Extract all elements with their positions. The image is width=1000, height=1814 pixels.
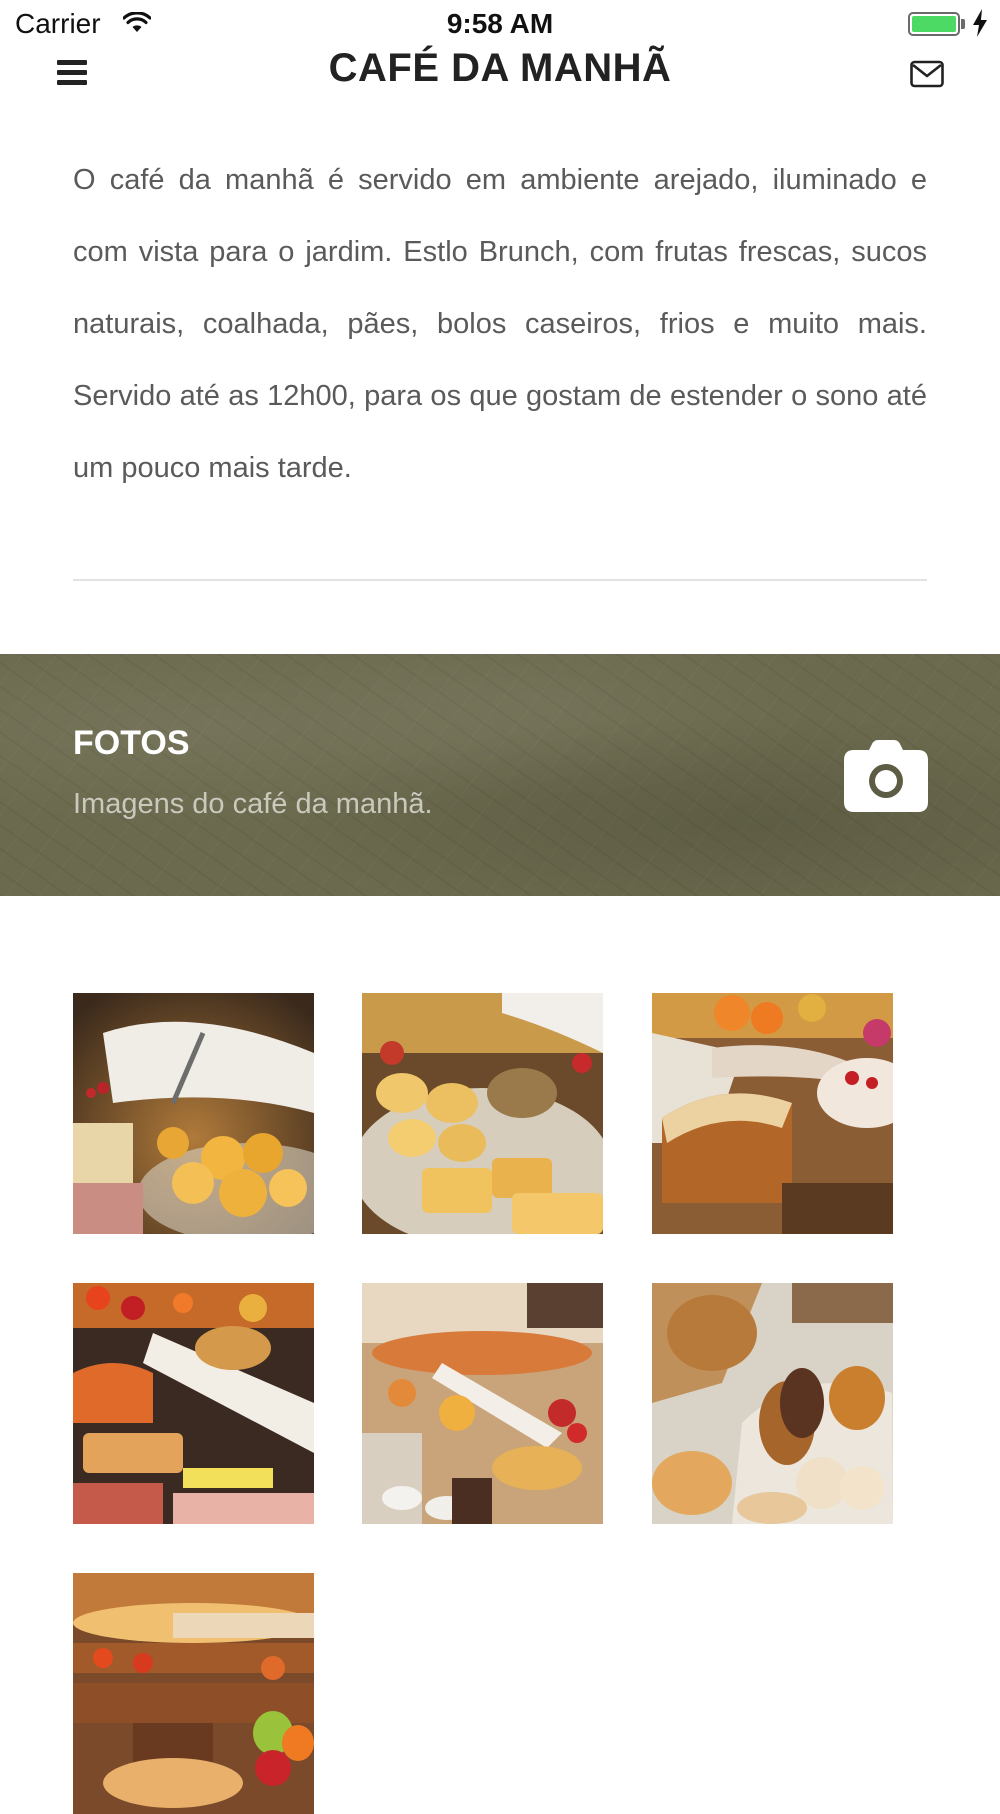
section-divider xyxy=(73,579,927,581)
mail-icon[interactable] xyxy=(910,60,944,88)
banner-subtitle: Imagens do café da manhã. xyxy=(73,788,433,820)
battery-level xyxy=(912,16,956,32)
camera-icon xyxy=(844,740,928,812)
charging-bolt-icon xyxy=(973,9,987,37)
battery-icon xyxy=(908,12,960,36)
status-time: 9:58 AM xyxy=(446,8,554,39)
photos-banner[interactable]: FOTOS Imagens do café da manhã. xyxy=(0,654,1000,896)
photo-pastries-tray[interactable] xyxy=(362,993,603,1234)
photo-buffet-table[interactable] xyxy=(73,1283,314,1524)
photo-breads-basket[interactable] xyxy=(73,993,314,1234)
banner-title: FOTOS xyxy=(73,724,190,762)
battery-tip xyxy=(961,19,965,29)
breakfast-description: O café da manhã é servido em ambiente ar… xyxy=(73,164,927,484)
photo-eclairs-breads[interactable] xyxy=(652,1283,893,1524)
photo-cake-fruit[interactable] xyxy=(652,993,893,1234)
page-title: CAFÉ DA MANHÃ xyxy=(328,46,672,90)
photo-buffet-overview[interactable] xyxy=(362,1283,603,1524)
navigation-bar: CAFÉ DA MANHÃ xyxy=(0,40,1000,110)
